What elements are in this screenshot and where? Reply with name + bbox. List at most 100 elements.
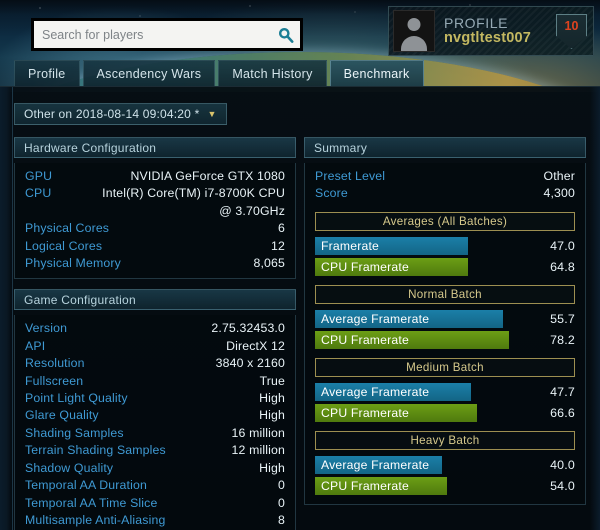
search-box[interactable] xyxy=(31,18,303,51)
row-key: Fullscreen xyxy=(25,373,84,388)
bar-label: CPU Framerate xyxy=(321,332,409,347)
tab-match-history[interactable]: Match History xyxy=(218,60,327,86)
run-selector-value: Other on 2018-08-14 09:04:20 * xyxy=(24,107,200,121)
bar-track: CPU Framerate xyxy=(315,403,531,422)
profile-text: PROFILE nvgtltest007 xyxy=(444,14,532,47)
bar-value: 54.0 xyxy=(550,478,575,493)
tab-profile[interactable]: Profile xyxy=(14,60,80,86)
batch-header-heavy: Heavy Batch xyxy=(315,430,575,450)
bar-value: 55.7 xyxy=(550,311,575,326)
level-badge: 10 xyxy=(556,14,587,49)
bar-fill-cpu-framerate: CPU Framerate xyxy=(315,257,469,276)
bar-fill-framerate: Framerate xyxy=(315,236,469,255)
bar-fill-average-framerate: Average Framerate xyxy=(315,382,471,401)
bar-row: Average Framerate 55.7 xyxy=(315,309,575,328)
row-key: Terrain Shading Samples xyxy=(25,443,166,458)
row-key: Resolution xyxy=(25,356,85,371)
bar-track: Average Framerate xyxy=(315,382,531,401)
row-value: NVIDIA GeForce GTX 1080 xyxy=(130,169,285,183)
table-row: Terrain Shading Samples 12 million xyxy=(25,442,285,459)
left-column: Hardware Configuration GPU NVIDIA GeForc… xyxy=(14,137,296,530)
batch-header-averages: Averages (All Batches) xyxy=(315,211,575,231)
row-value: 8,065 xyxy=(253,256,285,271)
row-key: Temporal AA Duration xyxy=(25,478,147,493)
row-value: High xyxy=(259,460,285,475)
game-configuration-box: Version 2.75.32453.0 API DirectX 12 Resolu… xyxy=(14,315,296,530)
row-value: DirectX 12 xyxy=(226,338,285,353)
bar-track: Average Framerate xyxy=(315,455,531,474)
row-key: Glare Quality xyxy=(25,408,99,423)
bar-value: 47.0 xyxy=(550,238,575,253)
table-row: Resolution 3840 x 2160 xyxy=(25,355,285,372)
row-value: 3840 x 2160 xyxy=(215,356,285,371)
tab-benchmark[interactable]: Benchmark xyxy=(329,60,424,86)
avatar-head-icon xyxy=(407,18,421,31)
tab-ascendency-wars[interactable]: Ascendency Wars xyxy=(82,60,216,86)
row-key: Preset Level xyxy=(315,169,386,183)
profile-username: nvgtltest007 xyxy=(444,30,532,47)
profile-card[interactable]: PROFILE nvgtltest007 10 xyxy=(388,6,594,56)
level-number: 10 xyxy=(564,19,579,33)
table-row: Physical Cores 6 xyxy=(25,220,285,237)
bar-row: CPU Framerate 78.2 xyxy=(315,330,575,349)
profile-label: PROFILE xyxy=(444,14,509,31)
row-value: Other xyxy=(543,169,575,183)
table-row: API DirectX 12 xyxy=(25,338,285,355)
table-row: CPU Intel(R) Core(TM) i7-8700K CPU @ 3.7… xyxy=(25,185,285,220)
row-key: Version xyxy=(25,321,68,336)
bar-fill-cpu-framerate: CPU Framerate xyxy=(315,330,510,349)
row-key: CPU xyxy=(25,186,52,201)
bar-fill-cpu-framerate: CPU Framerate xyxy=(315,476,447,495)
row-key: Physical Cores xyxy=(25,221,110,236)
row-key: Logical Cores xyxy=(25,238,103,253)
row-value: 6 xyxy=(278,221,285,236)
row-value: 0 xyxy=(278,478,285,493)
row-key: Multisample Anti-Aliasing xyxy=(25,512,166,527)
bar-track: CPU Framerate xyxy=(315,330,531,349)
right-column: Summary Preset Level Other Score 4,300 A… xyxy=(304,137,586,515)
batch-header-normal: Normal Batch xyxy=(315,284,575,304)
hardware-configuration-box: GPU NVIDIA GeForce GTX 1080 CPU Intel(R)… xyxy=(14,163,296,280)
bar-row: CPU Framerate 64.8 xyxy=(315,257,575,276)
row-value: 0 xyxy=(278,495,285,510)
bar-track: CPU Framerate xyxy=(315,257,531,276)
row-value: 16 million xyxy=(231,425,285,440)
table-row: Fullscreen True xyxy=(25,373,285,390)
bar-value: 78.2 xyxy=(550,332,575,347)
row-value: Intel(R) Core(TM) i7-8700K CPU @ 3.70GHz xyxy=(102,186,285,218)
bar-fill-average-framerate: Average Framerate xyxy=(315,309,503,328)
bar-value: 66.6 xyxy=(550,405,575,420)
bar-label: CPU Framerate xyxy=(321,259,409,274)
table-row: Physical Memory 8,065 xyxy=(25,255,285,272)
row-key: Temporal AA Time Slice xyxy=(25,495,158,510)
avatar-body-icon xyxy=(401,36,427,51)
table-row: Version 2.75.32453.0 xyxy=(25,320,285,337)
benchmark-profile-page: PROFILE nvgtltest007 10 Profile Ascenden… xyxy=(0,0,600,530)
game-configuration-header: Game Configuration xyxy=(14,289,296,311)
row-value: High xyxy=(259,408,285,423)
run-selector-dropdown[interactable]: Other on 2018-08-14 09:04:20 * ▼ xyxy=(14,103,227,125)
bar-label: CPU Framerate xyxy=(321,405,409,420)
benchmark-panel: Other on 2018-08-14 09:04:20 * ▼ Hardwar… xyxy=(0,86,600,530)
search-icon[interactable] xyxy=(274,21,300,48)
row-key: Point Light Quality xyxy=(25,391,128,406)
row-value: 2.75.32453.0 xyxy=(211,321,285,336)
table-row: Temporal AA Duration 0 xyxy=(25,477,285,494)
hardware-configuration-header: Hardware Configuration xyxy=(14,137,296,158)
shield-icon: 10 xyxy=(556,14,587,49)
search-input[interactable] xyxy=(34,27,274,42)
table-row: Multisample Anti-Aliasing 8 xyxy=(25,512,285,529)
bar-fill-cpu-framerate: CPU Framerate xyxy=(315,403,477,422)
row-value: 4,300 xyxy=(543,186,575,201)
bar-row: CPU Framerate 66.6 xyxy=(315,403,575,422)
bar-row: CPU Framerate 54.0 xyxy=(315,476,575,495)
bar-label: Average Framerate xyxy=(321,384,430,399)
bar-label: CPU Framerate xyxy=(321,478,409,493)
row-key: GPU xyxy=(25,169,53,183)
avatar xyxy=(393,10,435,52)
bar-fill-average-framerate: Average Framerate xyxy=(315,455,443,474)
row-value: High xyxy=(259,391,285,406)
bar-track: Framerate xyxy=(315,236,531,255)
table-row: Temporal AA Time Slice 0 xyxy=(25,495,285,512)
bar-label: Average Framerate xyxy=(321,311,430,326)
